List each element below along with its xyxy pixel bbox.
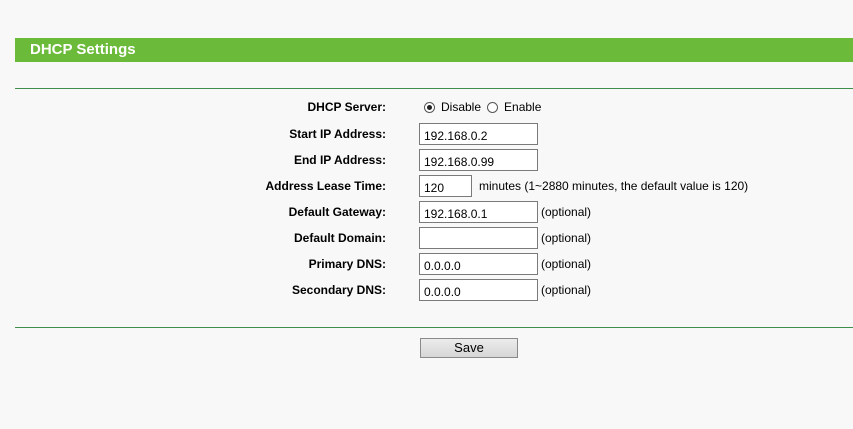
default-domain-row: Default Domain: (optional)	[0, 227, 853, 249]
dhcp-server-radio-group: Disable Enable	[424, 96, 547, 118]
secondary-dns-hint: (optional)	[541, 283, 592, 297]
end-ip-row: End IP Address:	[0, 149, 853, 171]
end-ip-label: End IP Address:	[293, 153, 386, 167]
end-ip-input[interactable]	[419, 149, 538, 171]
primary-dns-hint: (optional)	[541, 257, 592, 271]
default-gateway-label: Default Gateway:	[288, 205, 386, 219]
dhcp-enable-radio[interactable]	[487, 101, 499, 113]
default-gateway-row: Default Gateway: (optional)	[0, 201, 853, 223]
dhcp-enable-label[interactable]: Enable	[504, 100, 541, 114]
lease-time-label: Address Lease Time:	[265, 179, 387, 193]
section-header: DHCP Settings	[15, 38, 853, 62]
default-domain-input[interactable]	[419, 227, 538, 249]
start-ip-row: Start IP Address:	[0, 123, 853, 145]
dhcp-settings-page: DHCP Settings DHCP Server: Disable Enabl…	[0, 0, 853, 429]
default-domain-label: Default Domain:	[293, 231, 386, 245]
primary-dns-input[interactable]	[419, 253, 538, 275]
default-domain-hint: (optional)	[541, 231, 592, 245]
start-ip-input[interactable]	[419, 123, 538, 145]
dhcp-disable-radio[interactable]	[424, 101, 435, 113]
bottom-divider	[15, 327, 853, 328]
dhcp-server-row: DHCP Server: Disable Enable	[0, 96, 853, 118]
secondary-dns-input[interactable]	[419, 279, 538, 301]
start-ip-label: Start IP Address:	[289, 127, 386, 141]
page-title: DHCP Settings	[30, 41, 136, 58]
lease-time-hint: minutes (1~2880 minutes, the default val…	[479, 179, 749, 193]
primary-dns-row: Primary DNS: (optional)	[0, 253, 853, 275]
lease-time-input[interactable]	[419, 175, 472, 197]
secondary-dns-label: Secondary DNS:	[291, 283, 386, 297]
primary-dns-label: Primary DNS:	[308, 257, 386, 271]
save-button[interactable]: Save	[420, 338, 518, 358]
top-divider	[15, 88, 853, 89]
dhcp-server-label: DHCP Server:	[307, 100, 386, 114]
lease-time-row: Address Lease Time: minutes (1~2880 minu…	[0, 175, 853, 197]
default-gateway-hint: (optional)	[541, 205, 592, 219]
default-gateway-input[interactable]	[419, 201, 538, 223]
secondary-dns-row: Secondary DNS: (optional)	[0, 279, 853, 301]
dhcp-disable-label[interactable]: Disable	[441, 100, 481, 114]
